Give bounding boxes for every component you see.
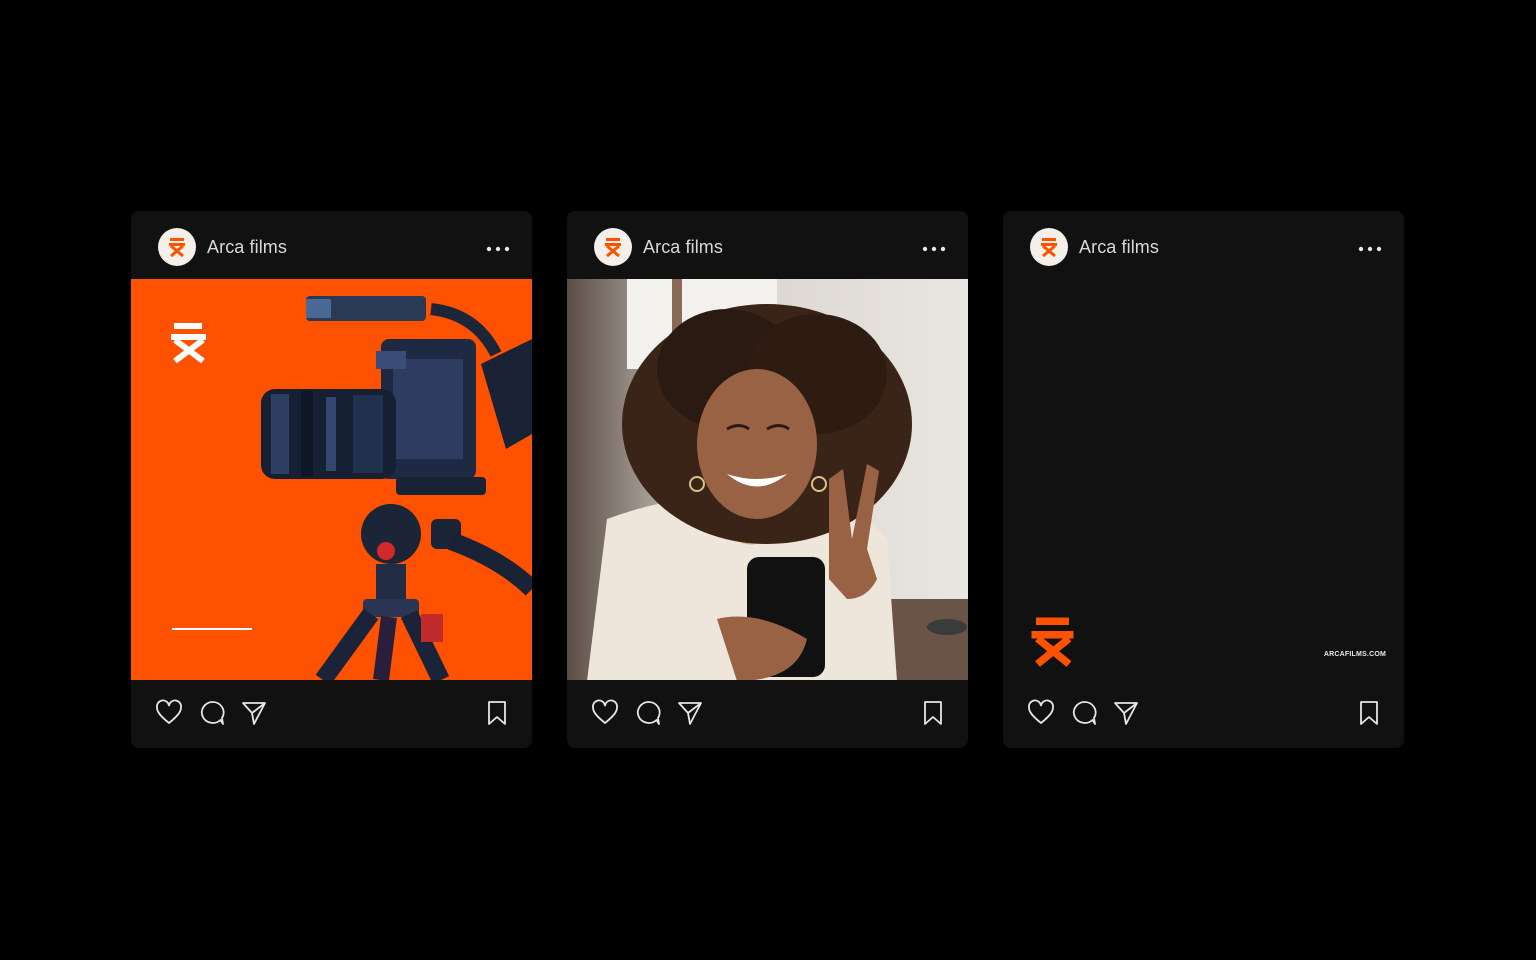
post-card: Arca films [567,211,968,748]
director-chair-icon [1031,617,1074,667]
divider-line [172,628,252,630]
website-url: ARCAFILMS.COM [1323,651,1386,658]
director-chair-icon [169,238,185,257]
more-dots-icon[interactable] [486,241,510,255]
paper-plane-icon[interactable] [240,699,268,727]
comment-bubble-icon[interactable] [1070,699,1098,727]
paper-plane-icon[interactable] [676,699,704,727]
post-header: Arca films [567,211,968,279]
heart-icon[interactable] [591,699,619,727]
post-image-camera[interactable] [131,279,532,680]
paper-plane-icon[interactable] [1112,699,1140,727]
account-name[interactable]: Arca films [1079,237,1159,258]
bookmark-icon[interactable] [1356,699,1384,727]
comment-bubble-icon[interactable] [634,699,662,727]
post-image-brand[interactable]: ARCAFILMS.COM [1003,279,1404,680]
post-actions [131,680,532,748]
heart-icon[interactable] [1027,699,1055,727]
bookmark-icon[interactable] [920,699,948,727]
comment-bubble-icon[interactable] [198,699,226,727]
post-card: Arca films ARCAFILMS.COM [1003,211,1404,748]
director-chair-icon [605,238,621,257]
avatar[interactable] [158,228,196,266]
bookmark-icon[interactable] [484,699,512,727]
avatar[interactable] [594,228,632,266]
post-card: Arca films [131,211,532,748]
post-header: Arca films [131,211,532,279]
heart-icon[interactable] [155,699,183,727]
more-dots-icon[interactable] [922,241,946,255]
director-chair-icon [1041,238,1057,257]
post-actions [1003,680,1404,748]
avatar[interactable] [1030,228,1068,266]
account-name[interactable]: Arca films [643,237,723,258]
more-dots-icon[interactable] [1358,241,1382,255]
post-image-selfie[interactable] [567,279,968,680]
account-name[interactable]: Arca films [207,237,287,258]
post-header: Arca films [1003,211,1404,279]
post-actions [567,680,968,748]
